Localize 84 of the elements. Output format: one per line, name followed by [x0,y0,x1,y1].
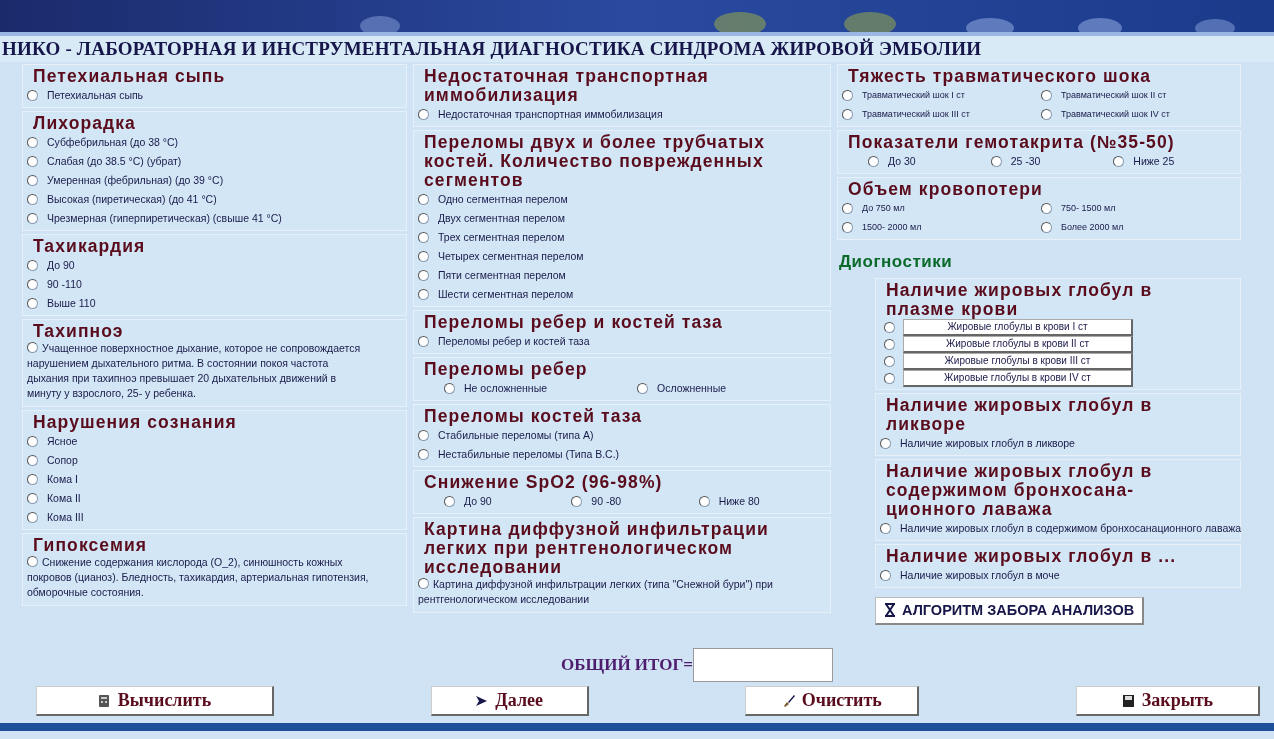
radio-option[interactable]: Трех сегментная перелом [418,228,565,247]
radio-option[interactable]: Сопор [27,451,78,470]
group-title: Переломы ребер и костей таза [424,311,724,332]
group-title: Наличие жировых глобул в ... [886,544,1178,566]
radio-option[interactable]: Травматический шок I ст [842,86,965,105]
radio-button[interactable] [884,372,895,384]
algorithm-button[interactable]: АЛГОРИТМ ЗАБОРА АНАЛИЗОВ [875,596,1145,626]
radio-option[interactable]: Наличие жировых глобул в содержимом бронхосанационного лаважа [880,518,1242,538]
radio-button[interactable] [884,321,895,333]
radio-option[interactable]: Учащенное поверхностное дыхание, которое не сопровождается нарушением дыхательного ритма. В состоянии покоя частота дыхания при тахипноэ превышает 20 дыхательных движений в минуту у взрослого, 25- у ребенка. [27,341,402,404]
total-label: ОБЩИЙ ИТОГ= [561,654,693,677]
radio-option[interactable]: 90 -110 [27,275,82,294]
radio-option[interactable]: Картина диффузной инфильтрации легких (типа "Снежной бури") при рентгенологическом исследовании [418,577,826,610]
radio-option[interactable]: Кома III [27,508,84,527]
group-title: Переломы костей таза [424,405,644,426]
radio-option[interactable]: Пяти сегментная перелом [418,266,566,285]
group-title: Тяжесть травматического шока [848,65,1153,86]
window-title: НИКО - ЛАБОРАТОРНАЯ И ИНСТРУМЕНТАЛЬНАЯ ДИАГНОСТИКА СИНДРОМА ЖИРОВОЙ ЭМБОЛИИ [0,36,1274,62]
radio-option[interactable]: Кома I [27,470,78,489]
action-button[interactable]: Далее [430,686,589,716]
group-title: Переломы двух и более трубчатых костей. Количество поврежденных сегментов [424,131,767,190]
group-title: Наличие жировых глобул в плазме крови [886,278,1154,319]
floppy-icon [1121,693,1136,708]
radio-option[interactable]: До 750 мл [842,199,905,218]
radio-option[interactable]: Ниже 25 [1113,152,1175,171]
group-title: Гипоксемия [33,534,149,555]
radio-option[interactable]: Чрезмерная (гиперпиретическая) (свыше 41 °C) [27,209,282,228]
radio-option[interactable]: Наличие жировых глобул в моче [880,565,1060,585]
radio-option[interactable]: До 30 [868,152,916,171]
group-title: Наличие жировых глобул в содержимом бронхосана-ционного лаважа [886,459,1154,519]
group-title: Недостаточная транспортная иммобилизация [424,65,710,105]
radio-option[interactable]: 90 -80 [571,492,622,511]
radio-option[interactable]: Умеренная (фебрильная) (до 39 °C) [27,171,224,190]
section-heading: Диогностики [839,251,954,273]
radio-button[interactable] [884,355,895,367]
radio-option[interactable]: Высокая (пиретическая) (до 41 °C) [27,190,217,209]
action-button[interactable]: Закрыть [1075,686,1260,716]
group-title: Переломы ребер [424,358,589,379]
radio-option[interactable]: До 90 [27,256,75,275]
radio-option[interactable]: Одно сегментная перелом [418,190,568,209]
group-title: Лихорадка [33,112,137,133]
radio-option[interactable]: Ниже 80 [698,492,760,511]
action-button[interactable]: Очистить [745,686,920,716]
radio-option[interactable]: Травматический шок IV ст [1041,105,1170,124]
radio-option[interactable]: Шести сегментная перелом [418,285,574,304]
group-title: Объем кровопотери [848,178,1044,199]
group-title: Петехиальная сыпь [33,65,227,86]
radio-option[interactable]: Кома II [27,489,81,508]
action-button[interactable]: Вычислить [36,686,274,716]
radio-option[interactable]: Стабильные переломы (типа А) [418,426,594,445]
radio-option[interactable]: Наличие жировых глобул в ликворе [880,433,1075,453]
radio-option[interactable]: Нестабильные переломы (Типа В.С.) [418,445,620,464]
radio-option[interactable]: 750- 1500 мл [1041,199,1116,218]
radio-option[interactable]: Травматический шок III ст [842,105,970,124]
radio-option[interactable]: Снижение содержания кислорода (O_2), синюшность кожных покровов (цианоз). Бледность, тахикардия, артериальная гипотензия, обморочные состояния. [27,555,402,603]
group-title: Картина диффузной инфильтрации легких при рентгенологическом исследовании [424,518,770,577]
radio-option[interactable]: Осложненные [637,379,727,398]
brush-icon [781,693,796,708]
radio-option[interactable]: Четырех сегментная перелом [418,247,584,266]
radio-option[interactable]: Субфебрильная (до 38 °C) [27,133,179,152]
group-title: Нарушения сознания [33,411,238,432]
total-field[interactable] [692,648,833,682]
radio-option[interactable]: 1500- 2000 мл [842,218,922,237]
hourglass-icon [884,603,896,618]
calculator-icon [97,693,112,708]
radio-option[interactable]: Недостаточная транспортная иммобилизация [418,105,663,124]
radio-option[interactable]: Более 2000 мл [1041,218,1124,237]
group-title: Показатели гемотакрита (№35-50) [848,131,1176,152]
radio-option[interactable]: Не осложненные [444,379,548,398]
group-title: Тахикардия [33,235,147,256]
option-button[interactable]: Жировые глобулы в крови I ст [903,318,1133,336]
radio-option[interactable]: Ясное [27,432,78,451]
radio-option[interactable]: Петехиальная сыпь [27,86,144,105]
radio-option[interactable]: 25 -30 [990,152,1041,171]
radio-option[interactable]: Двух сегментная перелом [418,209,565,228]
group-title: Снижение SpO2 (96-98%) [424,471,664,492]
radio-button[interactable] [884,338,895,350]
group-title: Наличие жировых глобул в ликворе [886,393,1154,434]
radio-option[interactable]: Травматический шок II ст [1041,86,1167,105]
group-title: Тахипноэ [33,320,125,341]
radio-option[interactable]: Переломы ребер и костей таза [418,332,590,351]
radio-option[interactable]: Выше 110 [27,294,96,313]
radio-option[interactable]: Слабая (до 38.5 °C) (убрат) [27,152,182,171]
radio-option[interactable]: До 90 [444,492,492,511]
